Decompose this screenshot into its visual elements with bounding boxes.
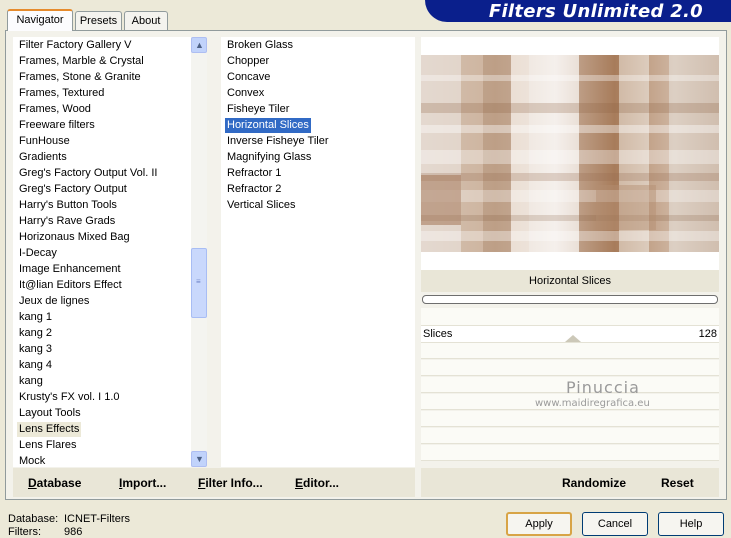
scroll-thumb[interactable]: ≡ <box>191 248 207 318</box>
category-list-item[interactable]: kang 3 <box>17 342 54 357</box>
filter-list-item[interactable]: Refractor 1 <box>225 166 283 181</box>
category-list-item[interactable]: kang 4 <box>17 358 54 373</box>
category-list-item[interactable]: Frames, Textured <box>17 86 106 101</box>
filter-list-item[interactable]: Horizontal Slices <box>225 118 311 133</box>
category-list-item[interactable]: kang 1 <box>17 310 54 325</box>
parameter-slot <box>421 445 719 461</box>
parameter-slot <box>421 343 719 359</box>
randomize-button[interactable]: Randomize <box>562 476 626 490</box>
category-list-item[interactable]: It@lian Editors Effect <box>17 278 124 293</box>
filter-info-button[interactable]: Filter Info... <box>198 476 263 490</box>
category-list-item[interactable]: Frames, Stone & Granite <box>17 70 143 85</box>
category-scrollbar[interactable]: ▲ ≡ ▼ <box>191 37 207 467</box>
title-banner: Filters Unlimited 2.0 <box>425 0 731 22</box>
slider-label: Slices <box>423 328 453 340</box>
category-list-item[interactable]: Horizonaus Mixed Bag <box>17 230 132 245</box>
filter-preview-image <box>421 55 719 252</box>
category-list-item[interactable]: kang 2 <box>17 326 54 341</box>
watermark-name: Pinuccia <box>566 378 640 397</box>
slider-value: 128 <box>698 328 717 340</box>
filter-list-item[interactable]: Concave <box>225 70 272 85</box>
category-list-item[interactable]: Krusty's FX vol. I 1.0 <box>17 390 122 405</box>
tab-presets[interactable]: Presets <box>75 11 122 30</box>
category-list-item[interactable]: Freeware filters <box>17 118 97 133</box>
filter-list-item[interactable]: Convex <box>225 86 266 101</box>
category-list-item[interactable]: FunHouse <box>17 134 72 149</box>
grip-icon: ≡ <box>196 277 201 286</box>
reset-button[interactable]: Reset <box>661 476 694 490</box>
watermark-url: www.maidiregrafica.eu <box>535 398 650 409</box>
chevron-up-icon: ▲ <box>195 40 204 50</box>
category-list[interactable]: Filter Factory Gallery V Frames, Marble &… <box>13 37 191 467</box>
filter-list[interactable]: Broken Glass Chopper Concave Convex Fisheye … <box>221 37 415 467</box>
category-list-item[interactable]: Image Enhancement <box>17 262 123 277</box>
editor-button[interactable]: Editor... <box>295 476 339 490</box>
filter-list-item[interactable]: Broken Glass <box>225 38 295 53</box>
parameter-slot <box>421 308 719 326</box>
filter-list-item[interactable]: Refractor 2 <box>225 182 283 197</box>
category-list-item[interactable]: Harry's Rave Grads <box>17 214 117 229</box>
category-list-item[interactable]: Mock <box>17 454 47 467</box>
scroll-up-button[interactable]: ▲ <box>191 37 207 53</box>
category-list-item[interactable]: Jeux de lignes <box>17 294 91 309</box>
help-button[interactable]: Help <box>658 512 724 536</box>
parameter-slot <box>421 411 719 427</box>
parameter-slot <box>421 360 719 376</box>
slider-thumb[interactable] <box>565 335 581 342</box>
database-value: ICNET-Filters <box>64 513 130 525</box>
scroll-down-button[interactable]: ▼ <box>191 451 207 467</box>
database-button[interactable]: Database <box>28 476 81 490</box>
filter-list-item[interactable]: Vertical Slices <box>225 198 297 213</box>
category-list-item[interactable]: Lens Flares <box>17 438 78 453</box>
filter-list-item[interactable]: Chopper <box>225 54 271 69</box>
category-list-item[interactable]: Frames, Wood <box>17 102 93 117</box>
category-list-item[interactable]: Greg's Factory Output Vol. II <box>17 166 159 181</box>
category-list-item[interactable]: Greg's Factory Output <box>17 182 129 197</box>
import-button[interactable]: Import... <box>119 476 166 490</box>
category-list-item[interactable]: Frames, Marble & Crystal <box>17 54 146 69</box>
tab-about[interactable]: About <box>124 11 168 30</box>
category-list-item[interactable]: Layout Tools <box>17 406 83 421</box>
progress-bar <box>422 295 718 304</box>
category-list-item[interactable]: Lens Effects <box>17 422 82 437</box>
current-filter-name: Horizontal Slices <box>421 270 719 292</box>
database-label: Database: <box>8 513 59 525</box>
category-list-item[interactable]: kang <box>17 374 45 389</box>
cancel-button[interactable]: Cancel <box>582 512 648 536</box>
tab-navigator[interactable]: Navigator <box>7 9 73 31</box>
app-title: Filters Unlimited 2.0 <box>488 1 703 22</box>
apply-button[interactable]: Apply <box>506 512 572 536</box>
filters-count-value: 986 <box>64 526 83 538</box>
chevron-down-icon: ▼ <box>195 454 204 464</box>
category-list-item[interactable]: Filter Factory Gallery V <box>17 38 133 53</box>
filter-list-item[interactable]: Magnifying Glass <box>225 150 313 165</box>
filter-list-item[interactable]: Inverse Fisheye Tiler <box>225 134 330 149</box>
parameter-slot <box>421 428 719 444</box>
category-list-item[interactable]: I-Decay <box>17 246 59 261</box>
category-list-item[interactable]: Gradients <box>17 150 69 165</box>
filters-count-label: Filters: <box>8 526 41 538</box>
category-list-item[interactable]: Harry's Button Tools <box>17 198 119 213</box>
filter-list-item[interactable]: Fisheye Tiler <box>225 102 291 117</box>
